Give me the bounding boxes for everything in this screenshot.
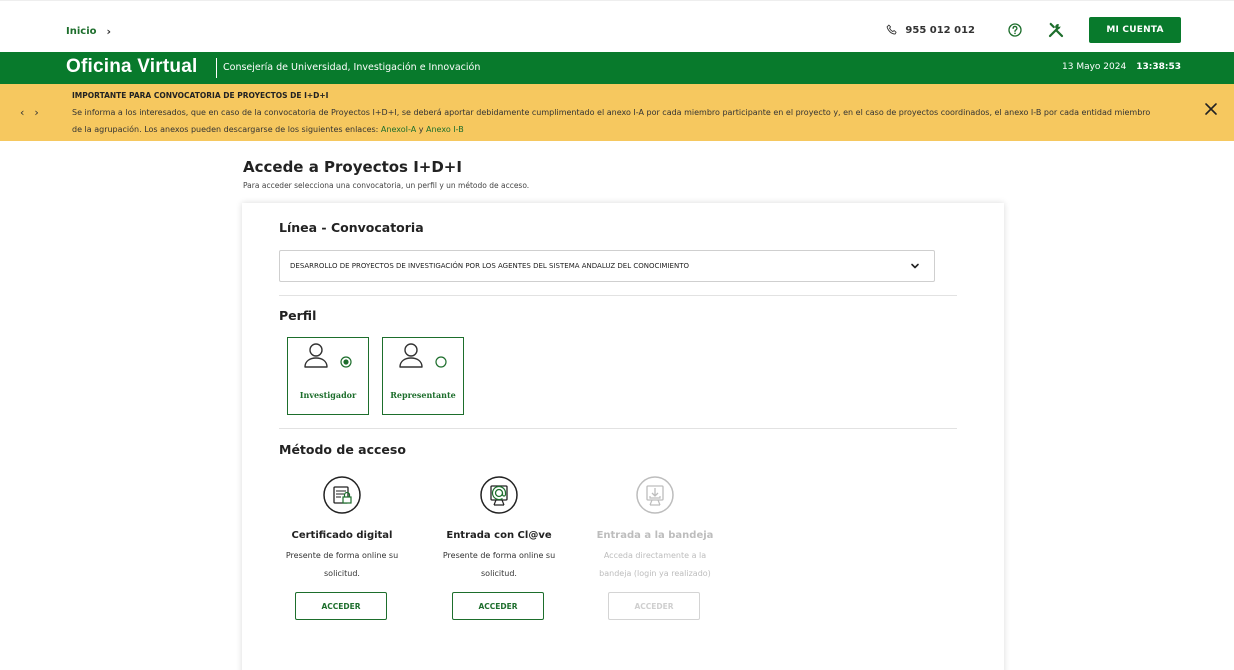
annex-a-link[interactable]: AnexoI-A (381, 125, 416, 134)
notice-text: Se informa a los interesados, que en cas… (72, 104, 1162, 138)
top-bar: Inicio › 955 012 012 MI CUENTA (0, 0, 1234, 52)
breadcrumb-separator: › (106, 25, 112, 38)
profile-option-investigador[interactable]: Investigador (287, 337, 369, 415)
brand-title[interactable]: Oficina Virtual (66, 56, 197, 78)
certificado-access-button[interactable]: ACCEDER (295, 592, 387, 620)
convocatoria-title: Línea - Convocatoria (279, 220, 424, 235)
tray-download-icon (635, 475, 675, 515)
breadcrumb: Inicio › (66, 25, 111, 38)
notice-title: IMPORTANTE PARA CONVOCATORIA DE PROYECTO… (72, 91, 329, 100)
notice-banner: ‹ › IMPORTANTE PARA CONVOCATORIA DE PROY… (0, 84, 1234, 141)
app-header: Oficina Virtual Consejería de Universida… (0, 52, 1234, 84)
chevron-down-icon (910, 261, 920, 271)
phone-number: 955 012 012 (905, 24, 975, 36)
phone-contact[interactable]: 955 012 012 (885, 23, 975, 37)
annex-b-link[interactable]: Anexo I-B (426, 125, 464, 134)
header-subtitle: Consejería de Universidad, Investigación… (223, 62, 481, 73)
close-icon[interactable] (1204, 102, 1218, 116)
brand-divider (216, 58, 217, 78)
perfil-title: Perfil (279, 308, 317, 323)
notice-body: Se informa a los interesados, que en cas… (72, 108, 1151, 134)
breadcrumb-home[interactable]: Inicio (66, 26, 97, 37)
tools-icon[interactable] (1047, 21, 1065, 39)
metodo-title: Método de acceso (279, 442, 406, 457)
header-date: 13 Mayo 2024 (1062, 62, 1127, 72)
notice-prev-button[interactable]: ‹ (20, 106, 24, 119)
phone-icon (887, 24, 897, 35)
radio-selected-icon (340, 356, 352, 368)
method-title: Entrada con Cl@ve (446, 530, 552, 541)
clave-icon (479, 475, 519, 515)
profile-option-representante[interactable]: Representante (382, 337, 464, 415)
notice-nav: ‹ › (20, 106, 39, 119)
page-description: Para acceder selecciona una convocatoria… (243, 181, 530, 190)
header-time: 13:38:53 (1136, 62, 1181, 72)
my-account-button[interactable]: MI CUENTA (1089, 17, 1181, 43)
header-datetime: 13 Mayo 2024 13:38:53 (1062, 62, 1181, 72)
method-description: Acceda directamente a la bandeja (login … (585, 547, 725, 583)
person-icon (304, 342, 328, 368)
method-description-line: Presente de forma online su (442, 551, 556, 560)
certificate-icon (322, 475, 362, 515)
profile-label: Representante (390, 390, 456, 400)
method-description-line: solicitud. (481, 569, 517, 578)
section-divider (279, 295, 957, 296)
help-circle-icon[interactable] (1007, 22, 1023, 38)
page-title: Accede a Proyectos I+D+I (243, 158, 462, 176)
notice-next-button[interactable]: › (34, 106, 38, 119)
person-icon (399, 342, 423, 368)
method-description-line: solicitud. (324, 569, 360, 578)
method-description: Presente de forma online su solicitud. (272, 547, 412, 583)
radio-unselected-icon (435, 356, 447, 368)
convocatoria-selected-value: DESARROLLO DE PROYECTOS DE INVESTIGACIÓN… (290, 262, 689, 270)
method-title: Certificado digital (291, 530, 393, 541)
access-card: Línea - Convocatoria DESARROLLO DE PROYE… (242, 203, 1004, 670)
top-actions: 955 012 012 MI CUENTA (885, 17, 1181, 43)
method-description-line: Acceda directamente a la (603, 551, 707, 560)
method-description-line: Presente de forma online su (285, 551, 399, 560)
method-title: Entrada a la bandeja (596, 530, 714, 541)
convocatoria-select[interactable]: DESARROLLO DE PROYECTOS DE INVESTIGACIÓN… (279, 250, 935, 282)
section-divider (279, 428, 957, 429)
profile-label: Investigador (299, 390, 357, 400)
notice-connector: y (416, 125, 426, 134)
method-description: Presente de forma online su solicitud. (429, 547, 569, 583)
bandeja-access-button[interactable]: ACCEDER (608, 592, 700, 620)
clave-access-button[interactable]: ACCEDER (452, 592, 544, 620)
method-description-line: bandeja (login ya realizado) (599, 569, 711, 578)
